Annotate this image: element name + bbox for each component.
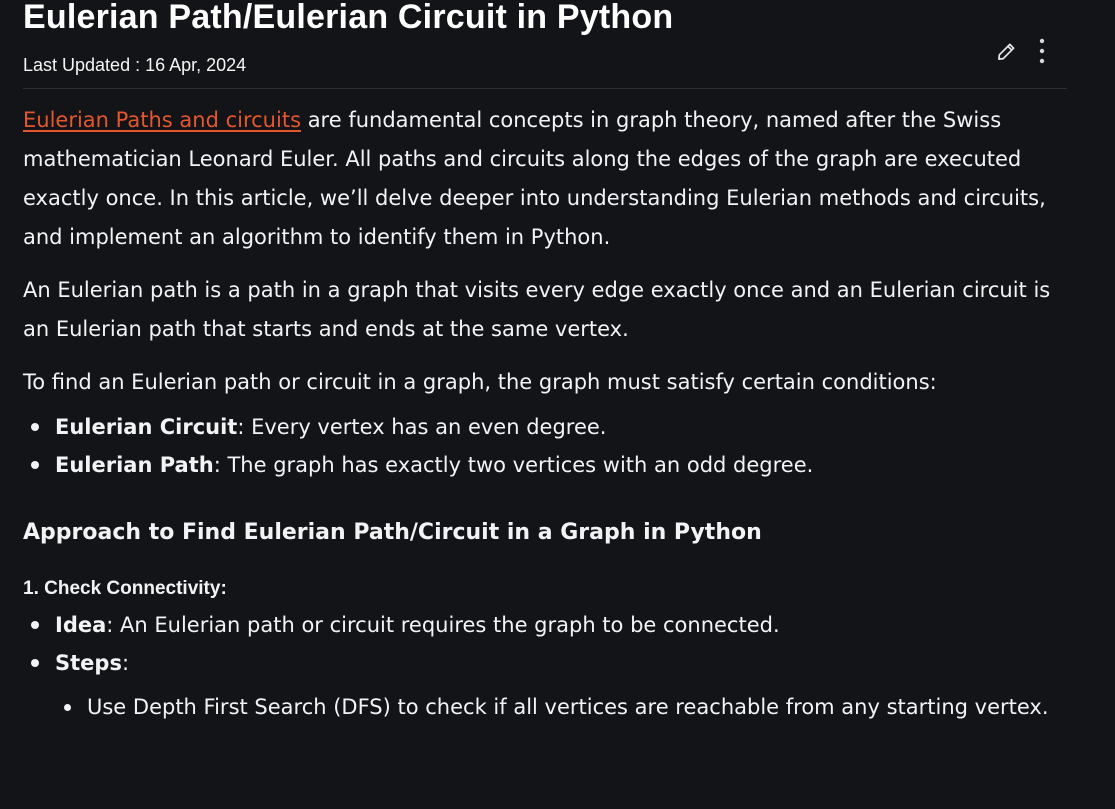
section-heading: Approach to Find Eulerian Path/Circuit i…	[23, 520, 762, 545]
list-item: Eulerian Path: The graph has exactly two…	[31, 446, 1083, 484]
list-item: Steps:	[31, 644, 1083, 682]
step-term: Idea	[55, 613, 107, 637]
step-desc: : An Eulerian path or circuit requires t…	[106, 613, 780, 637]
header-divider	[23, 88, 1067, 89]
condition-desc: : The graph has exactly two vertices wit…	[213, 453, 814, 477]
article-body: Eulerian Paths and circuits are fundamen…	[23, 101, 1083, 726]
condition-term: Eulerian Path	[55, 453, 214, 477]
condition-term: Eulerian Circuit	[55, 415, 238, 439]
definition-paragraph: An Eulerian path is a path in a graph th…	[23, 278, 1051, 341]
eulerian-paths-link[interactable]: Eulerian Paths and circuits	[23, 108, 301, 132]
article-page: Eulerian Path/Eulerian Circuit in Python…	[0, 0, 1115, 809]
article-title: Eulerian Path/Eulerian Circuit in Python	[23, 0, 674, 36]
pencil-icon[interactable]	[995, 38, 1017, 64]
step-term: Steps	[55, 651, 122, 675]
step-list: Idea: An Eulerian path or circuit requir…	[23, 606, 1083, 682]
condition-desc: : Every vertex has an even degree.	[237, 415, 607, 439]
list-item: Idea: An Eulerian path or circuit requir…	[31, 606, 1083, 644]
conditions-intro: To find an Eulerian path or circuit in a…	[23, 370, 937, 394]
list-item: Eulerian Circuit: Every vertex has an ev…	[31, 408, 1083, 446]
sub-step-list: Use Depth First Search (DFS) to check if…	[23, 688, 1083, 726]
intro-paragraph: Eulerian Paths and circuits are fundamen…	[23, 101, 1083, 257]
step-heading: 1. Check Connectivity:	[23, 578, 227, 599]
step-desc: :	[121, 651, 130, 675]
vertical-dots-icon[interactable]	[1031, 38, 1053, 64]
article-actions	[995, 38, 1053, 64]
conditions-list: Eulerian Circuit: Every vertex has an ev…	[23, 408, 1083, 484]
last-updated: Last Updated : 16 Apr, 2024	[23, 55, 247, 75]
list-item: Use Depth First Search (DFS) to check if…	[64, 688, 1083, 726]
